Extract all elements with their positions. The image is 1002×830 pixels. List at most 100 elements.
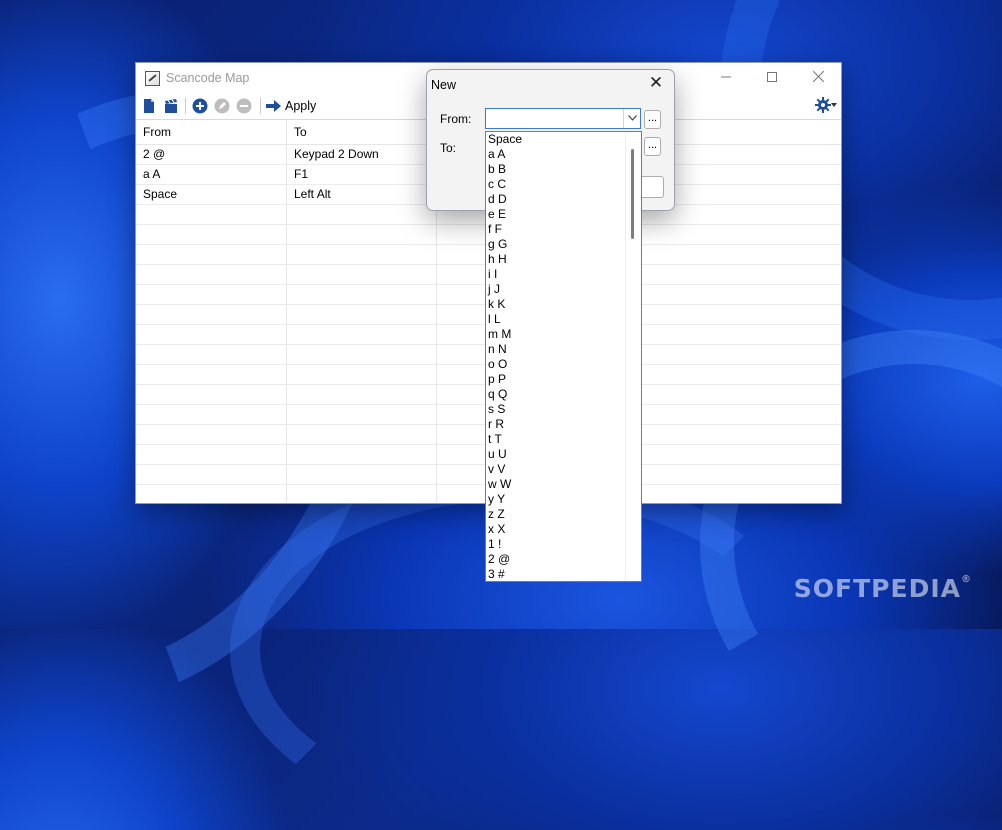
column-header-from[interactable]: From [136,120,287,144]
cell-empty [287,365,437,384]
dropdown-item[interactable]: c C [486,177,641,192]
cell-empty [287,385,437,404]
dropdown-item[interactable]: z Z [486,507,641,522]
scrollbar-thumb[interactable] [631,149,634,239]
dropdown-item[interactable]: p P [486,372,641,387]
new-file-button[interactable] [141,98,157,114]
cell-empty [287,265,437,284]
cell-from: 2 @ [136,145,287,164]
maximize-icon [767,72,777,82]
cell-empty [136,405,287,424]
dropdown-item[interactable]: l L [486,312,641,327]
dropdown-item[interactable]: d D [486,192,641,207]
cell-empty [136,245,287,264]
cell-empty [136,345,287,364]
dropdown-item[interactable]: n N [486,342,641,357]
combo-arrow-button[interactable] [623,109,640,128]
close-icon: ✕ [648,73,664,92]
dropdown-item[interactable]: u U [486,447,641,462]
from-label: From: [440,112,472,126]
dialog-title: New [431,78,457,92]
softpedia-watermark: SOFTPEDIA® [793,574,972,603]
cell-empty [136,225,287,244]
apply-button[interactable]: Apply [266,97,316,115]
dropdown-item[interactable]: 3 # [486,567,641,581]
dropdown-item[interactable]: j J [486,282,641,297]
app-icon [145,71,160,86]
close-icon [812,70,824,83]
dropdown-item[interactable]: q Q [486,387,641,402]
dropdown-item[interactable]: x X [486,522,641,537]
dropdown-item[interactable]: e E [486,207,641,222]
dropdown-item[interactable]: h H [486,252,641,267]
from-combobox[interactable] [485,108,641,129]
column-header-to[interactable]: To [287,120,437,144]
from-input[interactable] [488,111,618,126]
cell-empty [287,305,437,324]
maximize-button[interactable] [749,63,795,93]
dropdown-items: Space a Ab Bc Cd De Ef Fg Gh Hi Ij Jk Kl … [486,132,641,581]
cell-empty [136,465,287,484]
cell-empty [136,485,287,502]
dropdown-item[interactable]: i I [486,267,641,282]
close-button[interactable] [795,63,841,93]
open-button[interactable] [163,98,179,114]
chevron-down-icon [627,115,637,121]
gear-icon [815,97,831,113]
dropdown-item[interactable]: b B [486,162,641,177]
dropdown-item[interactable]: w W [486,477,641,492]
to-browse-button[interactable]: ... [644,137,661,156]
cell-empty [287,285,437,304]
remove-button[interactable] [236,98,252,114]
dropdown-item[interactable]: g G [486,237,641,252]
dropdown-item[interactable]: Space [486,132,641,147]
dialog-close-button[interactable]: ✕ [646,73,666,93]
cell-empty [136,265,287,284]
cell-empty [136,425,287,444]
dropdown-item[interactable]: v V [486,462,641,477]
cell-empty [136,205,287,224]
dropdown-item[interactable]: o O [486,357,641,372]
edit-circle-icon [214,98,230,114]
cell-empty [136,385,287,404]
dropdown-item[interactable]: a A [486,147,641,162]
dropdown-item[interactable]: f F [486,222,641,237]
dropdown-caret-icon [831,103,837,107]
cell-from: Space [136,185,287,204]
cell-empty [287,345,437,364]
dropdown-scrollbar[interactable] [625,132,641,581]
dialog-button[interactable] [641,176,664,198]
settings-menu-button[interactable] [815,97,837,113]
cell-empty [136,365,287,384]
dropdown-item[interactable]: 2 @ [486,552,641,567]
dropdown-item[interactable]: k K [486,297,641,312]
from-dropdown-list[interactable]: Space a Ab Bc Cd De Ef Fg Gh Hi Ij Jk Kl … [485,131,642,582]
apply-label: Apply [285,99,317,113]
edit-button[interactable] [214,98,230,114]
dropdown-item[interactable]: r R [486,417,641,432]
cell-empty [287,405,437,424]
from-browse-button[interactable]: ... [644,110,661,129]
cell-empty [136,325,287,344]
toolbar-separator [260,98,261,114]
dropdown-item[interactable]: s S [486,402,641,417]
minimize-button[interactable] [703,63,749,93]
dropdown-item[interactable]: t T [486,432,641,447]
plus-circle-icon [192,98,208,114]
cell-from: a A [136,165,287,184]
minimize-icon [721,76,731,78]
window-title: Scancode Map [166,71,250,85]
cell-empty [287,325,437,344]
cell-empty [287,465,437,484]
add-button[interactable] [192,98,208,114]
to-label: To: [440,141,457,155]
new-file-icon [144,99,154,113]
clapper-icon [165,99,177,113]
dropdown-item[interactable]: m M [486,327,641,342]
dropdown-item[interactable]: 1 ! [486,537,641,552]
cell-empty [287,245,437,264]
cell-empty [136,285,287,304]
toolbar-separator [185,98,186,114]
cell-empty [287,425,437,444]
dropdown-item[interactable]: y Y [486,492,641,507]
